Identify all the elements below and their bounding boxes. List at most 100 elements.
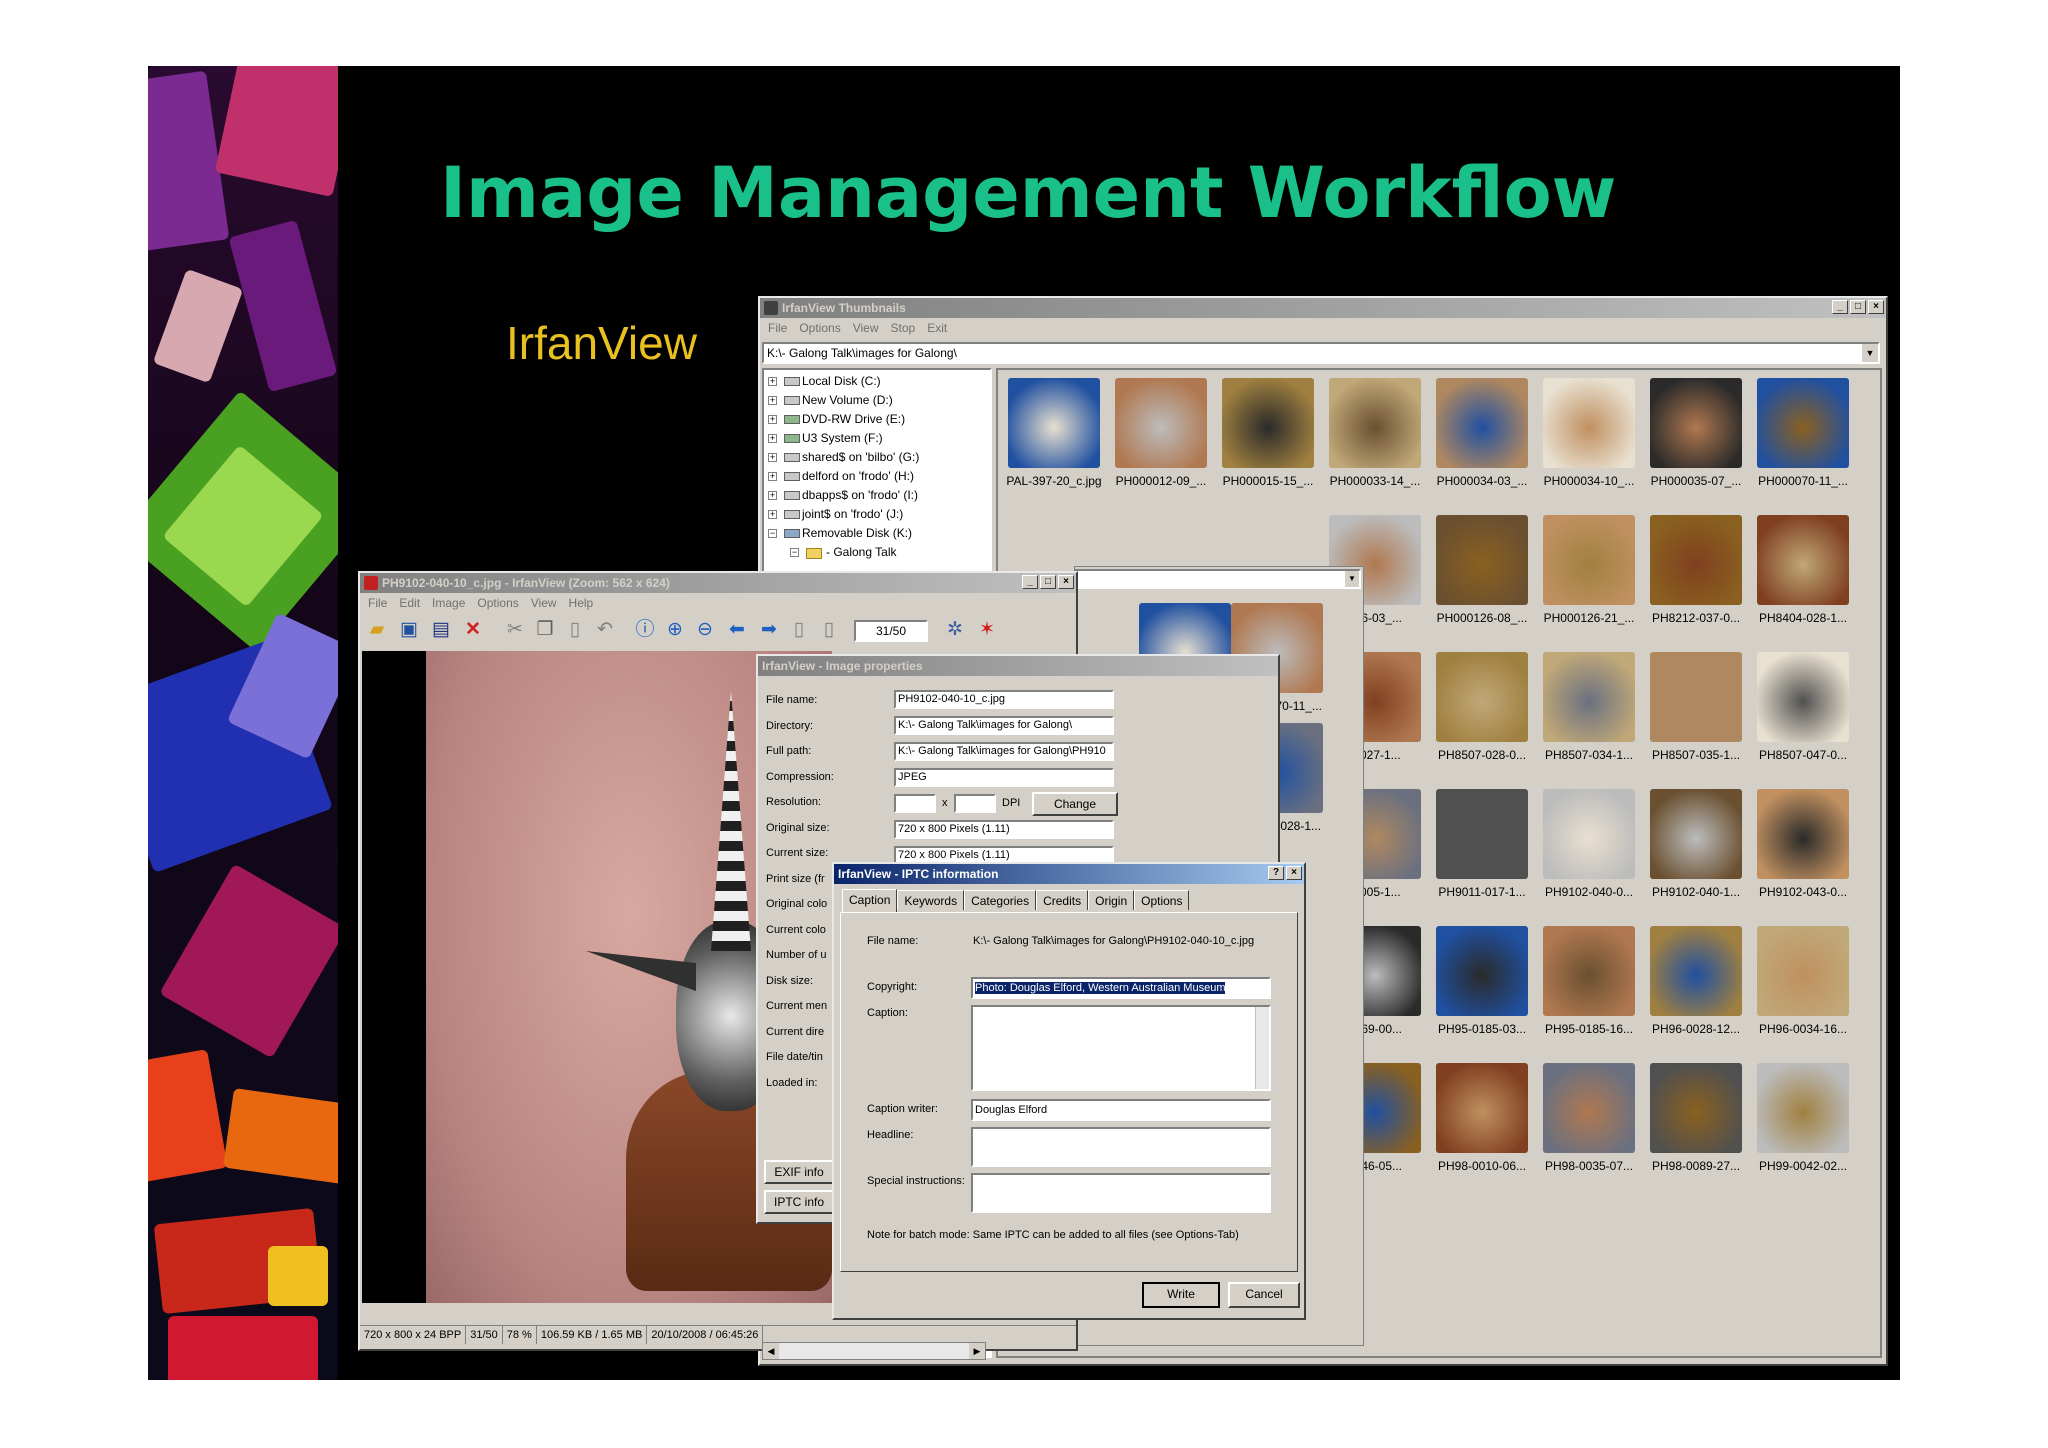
thumbnail-item[interactable]: PH8507-047-0... xyxy=(1749,648,1849,783)
menu-edit[interactable]: Edit xyxy=(399,593,420,613)
zoom-in-icon[interactable]: ⊕ xyxy=(662,617,688,643)
close-icon[interactable]: × xyxy=(1868,300,1884,314)
iptc-info-button[interactable]: IPTC info xyxy=(764,1190,834,1214)
cut-icon[interactable]: ✂ xyxy=(502,617,528,643)
cancel-button[interactable]: Cancel xyxy=(1228,1282,1300,1308)
scroll-right-icon[interactable]: ▶ xyxy=(969,1343,985,1359)
open-folder-icon[interactable]: ▰ xyxy=(364,617,390,643)
full-path-value[interactable]: K:\- Galong Talk\images for Galong\PH910 xyxy=(894,742,1114,761)
menu-view[interactable]: View xyxy=(853,318,879,338)
thumbnail-item[interactable]: PH99-0042-02... xyxy=(1749,1059,1849,1194)
chevron-down-icon[interactable]: ▼ xyxy=(1862,344,1878,362)
page-first-icon[interactable]: ▯ xyxy=(786,617,812,643)
tab-caption[interactable]: Caption xyxy=(842,889,898,912)
menu-image[interactable]: Image xyxy=(432,593,465,613)
menu-help[interactable]: Help xyxy=(569,593,594,613)
copyright-input[interactable]: Photo: Douglas Elford, Western Australia… xyxy=(971,977,1271,999)
thumbnail-item[interactable]: PH000034-10_... xyxy=(1535,374,1635,509)
delete-icon[interactable]: ✕ xyxy=(460,617,486,643)
menu-stop[interactable]: Stop xyxy=(891,318,916,338)
thumbnail-item[interactable]: PH000126-08_... xyxy=(1428,511,1528,646)
thumbnail-item[interactable]: PH000012-09_... xyxy=(1107,374,1207,509)
maximize-icon[interactable]: □ xyxy=(1040,575,1056,589)
resolution-y-input[interactable] xyxy=(954,794,996,813)
settings-icon[interactable]: ✲ xyxy=(942,617,968,643)
tree-item-d[interactable]: + New Volume (D:) xyxy=(766,391,986,410)
minimize-icon[interactable]: _ xyxy=(1022,575,1038,589)
thumbnail-item[interactable]: PH9011-017-1... xyxy=(1428,785,1528,920)
thumbnail-item[interactable]: PH8507-035-1... xyxy=(1642,648,1742,783)
path-combobox-secondary[interactable]: ▼ xyxy=(1075,569,1361,589)
copy-icon[interactable]: ❐ xyxy=(532,617,558,643)
special-instructions-input[interactable] xyxy=(971,1173,1271,1213)
original-size-value[interactable]: 720 x 800 Pixels (1.11) xyxy=(894,820,1114,839)
thumbnail-item[interactable]: PH98-0089-27... xyxy=(1642,1059,1742,1194)
info-icon[interactable]: ⓘ xyxy=(632,617,658,643)
tab-origin[interactable]: Origin xyxy=(1088,890,1135,910)
file-name-value[interactable]: PH9102-040-10_c.jpg xyxy=(894,690,1114,709)
thumbnail-item[interactable]: PAL-397-20_c.jpg xyxy=(1000,374,1102,509)
thumbnail-item[interactable]: PH000035-07_... xyxy=(1642,374,1742,509)
thumbnail-item[interactable]: PH9102-043-0... xyxy=(1749,785,1849,920)
close-icon[interactable]: × xyxy=(1286,866,1302,880)
save-icon[interactable]: ▤ xyxy=(428,617,454,643)
thumbnail-item[interactable]: PH96-0028-12... xyxy=(1642,922,1742,1057)
tree-item-j[interactable]: + joint$ on 'frodo' (J:) xyxy=(766,505,986,524)
tab-options[interactable]: Options xyxy=(1134,890,1190,910)
paste-icon[interactable]: ▯ xyxy=(562,617,588,643)
tab-keywords[interactable]: Keywords xyxy=(897,890,965,910)
tree-item-i[interactable]: + dbapps$ on 'frodo' (I:) xyxy=(766,486,986,505)
caption-scrollbar[interactable] xyxy=(1255,1007,1269,1089)
change-button[interactable]: Change xyxy=(1032,792,1118,816)
tree-item-galong[interactable]: − - Galong Talk xyxy=(766,543,986,562)
menu-exit[interactable]: Exit xyxy=(927,318,947,338)
thumbnail-item[interactable]: PH8212-037-0... xyxy=(1642,511,1742,646)
thumbnail-item[interactable]: PH000033-14_... xyxy=(1321,374,1421,509)
horizontal-scrollbar[interactable]: ◀ ▶ xyxy=(762,1342,986,1360)
menu-options[interactable]: Options xyxy=(799,318,840,338)
exit-icon[interactable]: ✶ xyxy=(974,617,1000,643)
compression-value[interactable]: JPEG xyxy=(894,768,1114,787)
thumbnail-item[interactable]: PH9102-040-1... xyxy=(1642,785,1742,920)
exif-info-button[interactable]: EXIF info xyxy=(764,1160,834,1184)
menu-options[interactable]: Options xyxy=(477,593,518,613)
close-icon[interactable]: × xyxy=(1058,575,1074,589)
directory-value[interactable]: K:\- Galong Talk\images for Galong\ xyxy=(894,716,1114,735)
chevron-down-icon[interactable]: ▼ xyxy=(1345,571,1359,587)
zoom-out-icon[interactable]: ⊖ xyxy=(692,617,718,643)
thumbnail-item[interactable]: PH95-0185-03... xyxy=(1428,922,1528,1057)
page-counter[interactable]: 31/50 xyxy=(854,620,928,642)
thumbnail-item[interactable]: PH8404-028-1... xyxy=(1749,511,1849,646)
tree-item-g[interactable]: + shared$ on 'bilbo' (G:) xyxy=(766,448,986,467)
minimize-icon[interactable]: _ xyxy=(1832,300,1848,314)
thumbnail-item[interactable]: PH8507-028-0... xyxy=(1428,648,1528,783)
tree-item-c[interactable]: + Local Disk (C:) xyxy=(766,372,986,391)
tree-item-h[interactable]: + delford on 'frodo' (H:) xyxy=(766,467,986,486)
menu-view[interactable]: View xyxy=(531,593,557,613)
slideshow-icon[interactable]: ▣ xyxy=(396,617,422,643)
thumbnail-item[interactable]: PH98-0035-07... xyxy=(1535,1059,1635,1194)
thumbnail-item[interactable]: PH98-0010-06... xyxy=(1428,1059,1528,1194)
thumbnail-item[interactable]: PH000126-21_... xyxy=(1535,511,1635,646)
tree-item-f[interactable]: + U3 System (F:) xyxy=(766,429,986,448)
help-icon[interactable]: ? xyxy=(1268,866,1284,880)
iptc-titlebar[interactable]: IrfanView - IPTC information ? × xyxy=(834,864,1304,884)
caption-writer-input[interactable]: Douglas Elford xyxy=(971,1099,1271,1121)
path-combobox[interactable]: K:\- Galong Talk\images for Galong\ ▼ xyxy=(762,342,1880,364)
properties-titlebar[interactable]: IrfanView - Image properties xyxy=(758,656,1278,676)
tab-categories[interactable]: Categories xyxy=(964,890,1037,910)
menu-file[interactable]: File xyxy=(368,593,387,613)
resolution-x-input[interactable] xyxy=(894,794,936,813)
menu-file[interactable]: File xyxy=(768,318,787,338)
thumbnails-titlebar[interactable]: IrfanView Thumbnails _ □ × xyxy=(760,298,1886,318)
thumbnail-item[interactable]: PH000015-15_... xyxy=(1214,374,1314,509)
caption-textarea[interactable] xyxy=(971,1005,1271,1091)
maximize-icon[interactable]: □ xyxy=(1850,300,1866,314)
tree-item-e[interactable]: + DVD-RW Drive (E:) xyxy=(766,410,986,429)
tab-credits[interactable]: Credits xyxy=(1036,890,1089,910)
thumbnail-item[interactable]: PH96-0034-16... xyxy=(1749,922,1849,1057)
viewer-titlebar[interactable]: PH9102-040-10_c.jpg - IrfanView (Zoom: 5… xyxy=(360,573,1076,593)
scroll-left-icon[interactable]: ◀ xyxy=(763,1343,779,1359)
thumbnail-item[interactable]: PH8507-034-1... xyxy=(1535,648,1635,783)
next-icon[interactable]: ➡ xyxy=(756,617,782,643)
